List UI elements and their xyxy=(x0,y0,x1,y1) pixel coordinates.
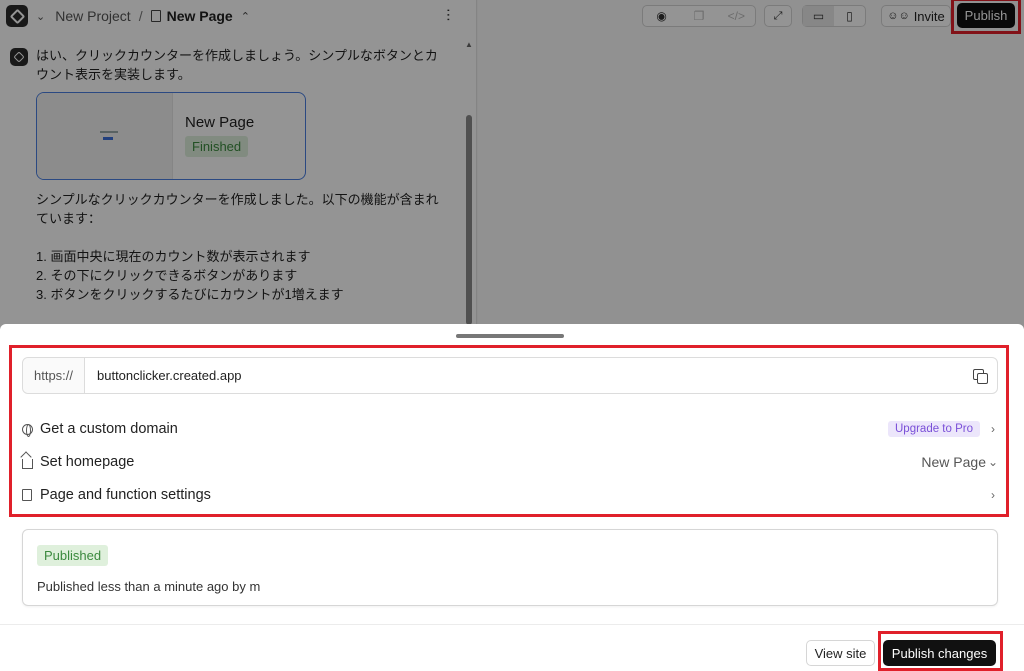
publish-status-text: Published less than a minute ago by m xyxy=(37,579,261,594)
publish-status-card: Published Published less than a minute a… xyxy=(22,529,998,606)
sheet-drag-handle[interactable] xyxy=(456,334,564,338)
settings-highlight xyxy=(9,345,1009,517)
publish-sheet: https:// buttonclicker.created.app Get a… xyxy=(0,324,1024,671)
footer-divider xyxy=(0,624,1024,625)
published-badge: Published xyxy=(37,545,109,566)
publish-changes-highlight xyxy=(878,631,1003,671)
view-site-button[interactable]: View site xyxy=(806,640,875,666)
